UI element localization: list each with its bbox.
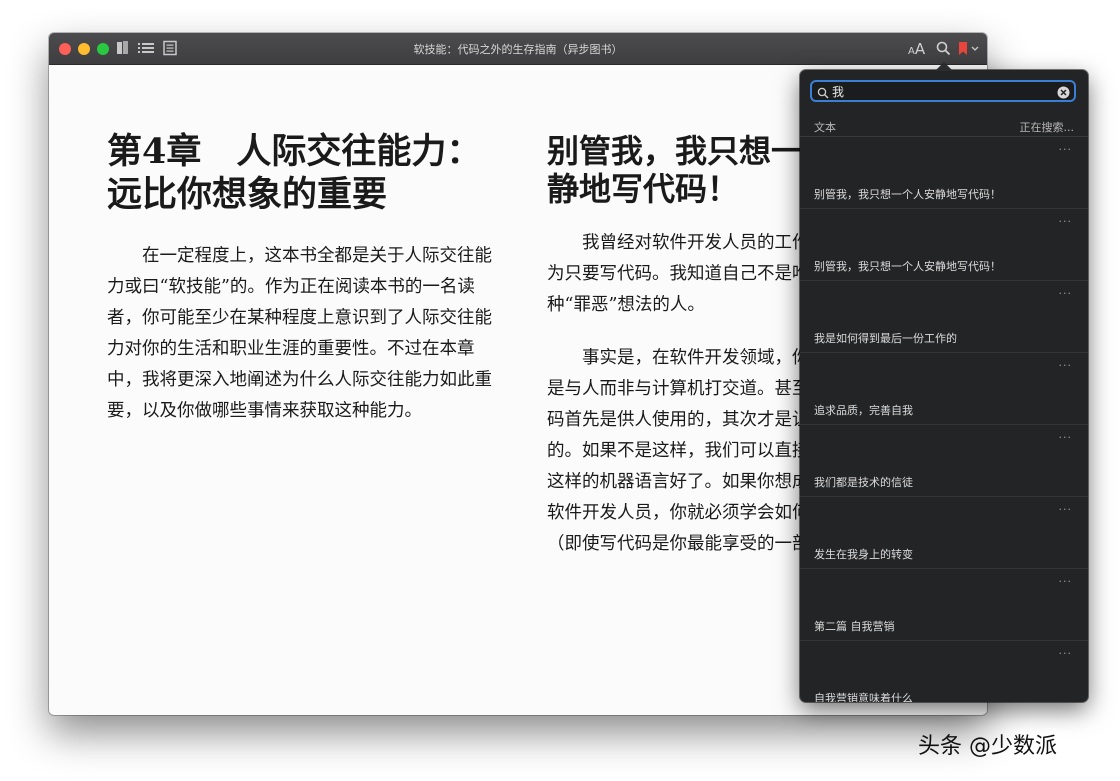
search-field[interactable] [810, 80, 1076, 102]
result-text: 别管我，我只想一个人安静地写代码！ [814, 260, 1001, 273]
result-more-icon[interactable]: ··· [1059, 431, 1073, 444]
text-column-label: 文本 [814, 121, 836, 134]
result-text: 发生在我身上的转变 [814, 548, 913, 561]
search-result-item[interactable]: ··· 我是如何得到最后一份工作的 [800, 281, 1088, 353]
search-result-item[interactable]: ··· 追求品质，完善自我 [800, 353, 1088, 425]
result-more-icon[interactable]: ··· [1059, 215, 1073, 228]
result-more-icon[interactable]: ··· [1059, 287, 1073, 300]
result-text: 别管我，我只想一个人安静地写代码！ [814, 188, 1001, 201]
result-text: 我是如何得到最后一份工作的 [814, 332, 957, 345]
result-text: 第二篇 自我营销 [814, 620, 895, 633]
result-more-icon[interactable]: ··· [1059, 647, 1073, 660]
bookmark-icon[interactable] [958, 41, 968, 60]
title-bar: 软技能：代码之外的生存指南（异步图书） AA [49, 33, 987, 65]
chapter-intro-paragraph: 在一定程度上，这本书全都是关于人际交往能力或曰“软技能”的。作为正在阅读本书的一… [107, 246, 492, 421]
result-more-icon[interactable]: ··· [1059, 503, 1073, 516]
left-page: 第4章 人际交往能力：远比你想象的重要 在一定程度上，这本书全都是关于人际交往能… [107, 64, 499, 715]
result-more-icon[interactable]: ··· [1059, 359, 1073, 372]
result-text: 追求品质，完善自我 [814, 404, 913, 417]
search-result-item[interactable]: ··· 第二篇 自我营销 [800, 569, 1088, 641]
search-input[interactable] [832, 82, 1052, 100]
search-status: 正在搜索... [1019, 121, 1075, 134]
result-text: 自我营销意味着什么 [814, 692, 913, 702]
chevron-down-icon[interactable] [971, 41, 979, 60]
result-text: 我们都是技术的信徒 [814, 476, 913, 489]
search-popover: 文本 正在搜索... ··· 别管我，我只想一个人安静地写代码！ ··· 别管我，我只… [800, 70, 1088, 702]
font-large-icon: A [914, 40, 926, 58]
search-icon[interactable] [936, 41, 951, 60]
search-result-item[interactable]: ··· 发生在我身上的转变 [800, 497, 1088, 569]
watermark: 头条 @少数派 [918, 734, 1057, 759]
font-size-button[interactable]: AA [908, 41, 925, 60]
search-result-item[interactable]: ··· 自我营销意味着什么 [800, 641, 1088, 702]
search-field-icon [817, 84, 829, 103]
search-popover-arrow [935, 62, 953, 71]
chapter-title: 第4章 人际交往能力：远比你想象的重要 [107, 131, 482, 215]
search-result-item[interactable]: ··· 别管我，我只想一个人安静地写代码！ [800, 209, 1088, 281]
search-result-item[interactable]: ··· 我们都是技术的信徒 [800, 425, 1088, 497]
result-more-icon[interactable]: ··· [1059, 575, 1073, 588]
window-title: 软技能：代码之外的生存指南（异步图书） [413, 43, 623, 56]
results-header: 文本 正在搜索... [800, 114, 1088, 137]
clear-search-icon[interactable] [1057, 84, 1070, 103]
search-result-item[interactable]: ··· 别管我，我只想一个人安静地写代码！ [800, 137, 1088, 209]
font-small-icon: A [908, 46, 915, 57]
result-more-icon[interactable]: ··· [1059, 143, 1073, 156]
